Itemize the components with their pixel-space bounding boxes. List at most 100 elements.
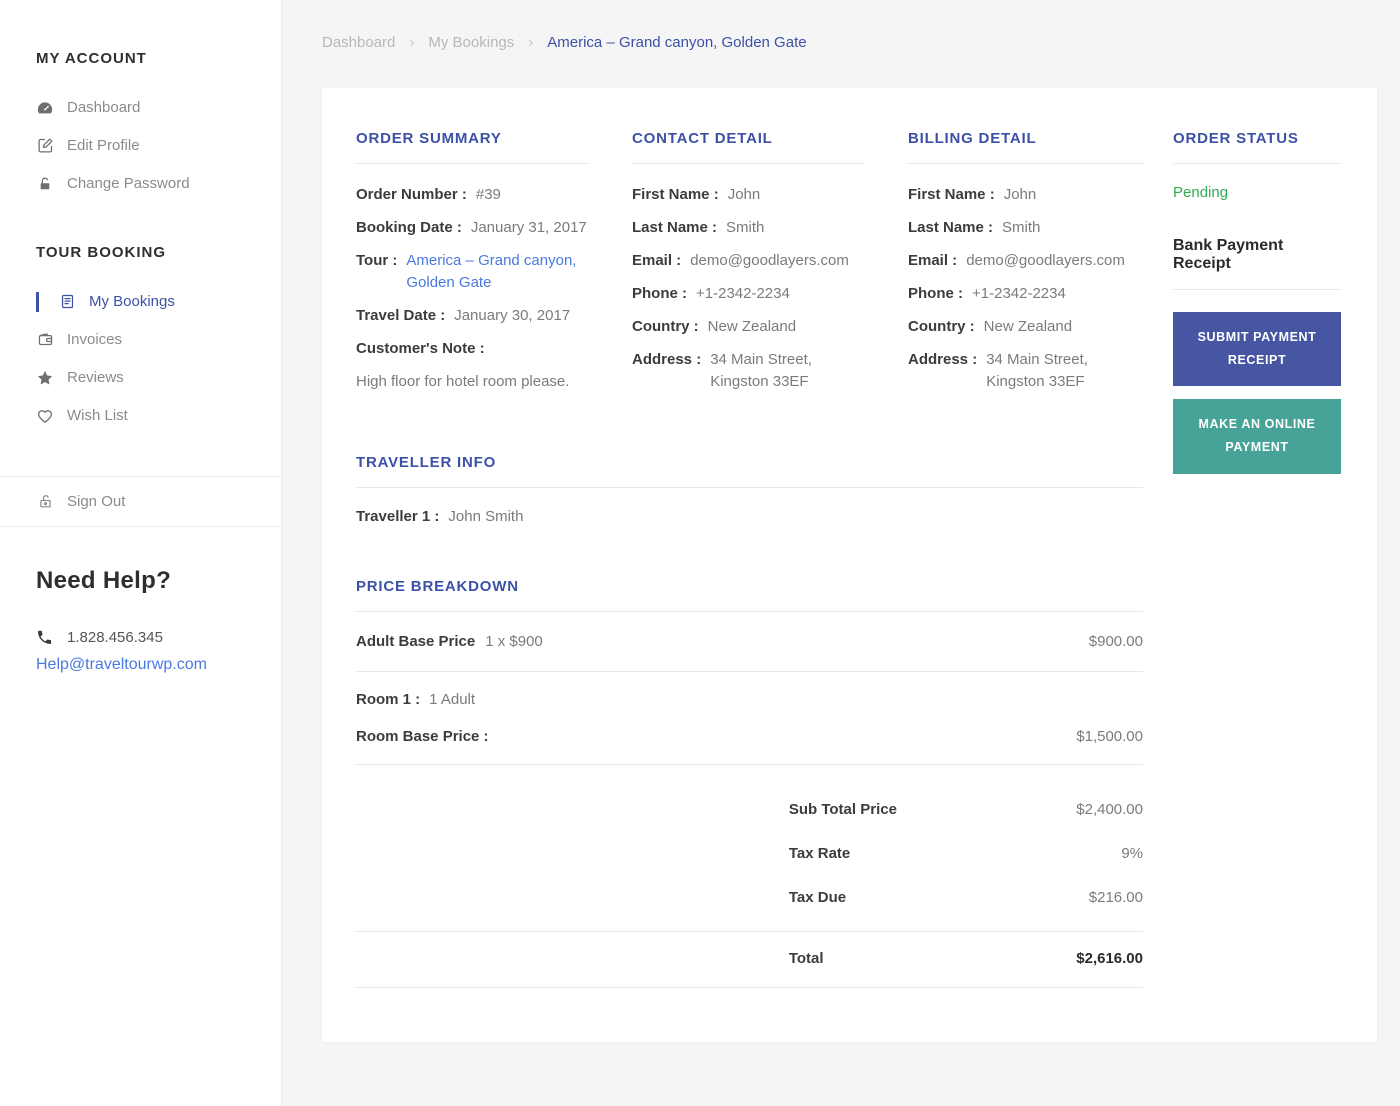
sidebar-heading-tour-booking: TOUR BOOKING [36, 244, 167, 261]
total-label: Tax Due [788, 889, 847, 906]
field-label: Address : [632, 351, 702, 368]
field-label: First Name : [908, 186, 995, 203]
billing-country-row: Country : New Zealand [908, 316, 1144, 338]
breadcrumb-my-bookings[interactable]: My Bookings [428, 34, 514, 51]
sidebar-item-label: Dashboard [67, 99, 141, 116]
sidebar-item-invoices[interactable]: Invoices [36, 329, 253, 350]
billing-detail-section: BILLING DETAIL First Name : John Last Nam… [908, 130, 1144, 404]
billing-email-row: Email : demo@goodlayers.com [908, 250, 1144, 272]
field-value: +1-2342-2234 [696, 285, 790, 302]
sidebar: MY ACCOUNT Dashboard Edit Profile Change… [0, 0, 282, 1106]
room-block: Room 1 : 1 Adult Room Base Price : $1,50… [356, 672, 1143, 764]
traveller-name: John Smith [448, 508, 524, 525]
price-label: Adult Base Price [356, 633, 476, 650]
divider [356, 987, 1143, 988]
field-label: Email : [908, 252, 958, 269]
help-phone-number: 1.828.456.345 [67, 629, 163, 646]
booking-date-value: January 31, 2017 [470, 219, 587, 236]
field-value: demo@goodlayers.com [966, 252, 1125, 269]
subtotal-row: Sub Total Price $2,400.00 [356, 799, 1143, 821]
sidebar-item-label: Edit Profile [67, 137, 140, 154]
field-label: Customer's Note : [356, 340, 485, 357]
price-qty: 1 x $900 [485, 633, 543, 650]
sidebar-section-tour-booking: TOUR BOOKING My Bookings Invoices Review… [36, 244, 253, 426]
field-label: Last Name : [632, 219, 718, 236]
field-label: Email : [632, 252, 682, 269]
field-label: Country : [908, 318, 975, 335]
field-label: First Name : [632, 186, 719, 203]
field-label: Last Name : [908, 219, 994, 236]
billing-first-name-row: First Name : John [908, 184, 1144, 206]
bookings-icon [58, 293, 76, 310]
heart-icon [36, 407, 54, 425]
sidebar-item-sign-out[interactable]: Sign Out [36, 491, 253, 512]
grand-total-row: Total $2,616.00 [356, 948, 1143, 970]
room-row: Room 1 : 1 Adult [356, 689, 1143, 711]
field-label: Travel Date : [356, 307, 446, 324]
sidebar-item-change-password[interactable]: Change Password [36, 173, 253, 194]
make-online-payment-button[interactable]: MAKE AN ONLINE PAYMENT [1173, 399, 1341, 474]
contact-country-row: Country : New Zealand [632, 316, 864, 338]
field-label: Phone : [908, 285, 963, 302]
help-phone-row: 1.828.456.345 [36, 629, 253, 646]
chevron-right-icon: › [528, 34, 534, 51]
tour-link[interactable]: America – Grand canyon, Golden Gate [406, 250, 588, 294]
field-value: 34 Main Street, Kingston 33EF [710, 351, 812, 390]
order-summary-section: ORDER SUMMARY Order Number : #39 Booking… [356, 130, 588, 404]
phone-icon [36, 629, 53, 646]
sidebar-section-my-account: MY ACCOUNT Dashboard Edit Profile Change… [36, 50, 253, 194]
need-help-section: Need Help? 1.828.456.345 Help@traveltour… [0, 527, 281, 674]
active-indicator-bar [36, 291, 39, 312]
need-help-title: Need Help? [36, 567, 172, 594]
edit-icon [36, 137, 54, 154]
tax-rate-row: Tax Rate 9% [356, 843, 1143, 865]
field-value: New Zealand [983, 318, 1073, 335]
total-value: $2,400.00 [1076, 801, 1143, 818]
price-amount: $900.00 [1088, 633, 1143, 650]
field-label: Country : [632, 318, 699, 335]
total-label: Total [788, 950, 824, 967]
field-value: demo@goodlayers.com [690, 252, 849, 269]
price-breakdown-title: PRICE BREAKDOWN [356, 578, 519, 595]
sidebar-item-label: Change Password [67, 175, 190, 192]
sidebar-heading-my-account: MY ACCOUNT [36, 50, 147, 67]
star-icon [36, 369, 54, 387]
field-value: John [727, 186, 761, 203]
field-value: Smith [1002, 219, 1041, 236]
totals-block: Sub Total Price $2,400.00 Tax Rate 9% Ta… [356, 765, 1143, 931]
field-value: New Zealand [707, 318, 797, 335]
help-email-link[interactable]: Help@traveltourwp.com [36, 656, 207, 674]
sidebar-item-label: Invoices [67, 331, 123, 348]
total-label: Tax Rate [788, 845, 851, 862]
order-number-value: #39 [475, 186, 501, 203]
sidebar-item-reviews[interactable]: Reviews [36, 367, 253, 388]
travel-date-value: January 30, 2017 [454, 307, 571, 324]
travel-date-row: Travel Date : January 30, 2017 [356, 305, 588, 327]
order-status-title: ORDER STATUS [1173, 130, 1299, 147]
price-breakdown-section: PRICE BREAKDOWN Adult Base Price 1 x $90… [356, 578, 1143, 988]
contact-first-name-row: First Name : John [632, 184, 864, 206]
tax-due-row: Tax Due $216.00 [356, 887, 1143, 909]
sidebar-item-wish-list[interactable]: Wish List [36, 405, 253, 426]
breadcrumb-dashboard[interactable]: Dashboard [322, 34, 395, 51]
billing-last-name-row: Last Name : Smith [908, 217, 1144, 239]
sidebar-item-edit-profile[interactable]: Edit Profile [36, 135, 253, 156]
room-base-price-row: Room Base Price : $1,500.00 [356, 722, 1143, 745]
order-summary-title: ORDER SUMMARY [356, 130, 502, 147]
divider [1173, 289, 1341, 290]
traveller-info-section: TRAVELLER INFO Traveller 1 : John Smith [356, 454, 1143, 528]
submit-payment-receipt-button[interactable]: SUBMIT PAYMENT RECEIPT [1173, 312, 1341, 387]
sidebar-item-dashboard[interactable]: Dashboard [36, 97, 253, 118]
price-label: Room Base Price : [356, 728, 489, 745]
contact-detail-title: CONTACT DETAIL [632, 130, 773, 147]
contact-detail-section: CONTACT DETAIL First Name : John Last Nam… [632, 130, 864, 404]
adult-base-price-row: Adult Base Price 1 x $900 $900.00 [356, 612, 1143, 671]
order-status-section: ORDER STATUS Pending Bank Payment Receip… [1173, 130, 1341, 474]
sign-out-icon [36, 493, 54, 510]
field-label: Booking Date : [356, 219, 462, 236]
field-value: +1-2342-2234 [972, 285, 1066, 302]
dashboard-icon [36, 99, 54, 117]
sidebar-item-my-bookings[interactable]: My Bookings [36, 291, 253, 312]
field-value: Smith [726, 219, 765, 236]
room-label: Room 1 : [356, 691, 421, 708]
